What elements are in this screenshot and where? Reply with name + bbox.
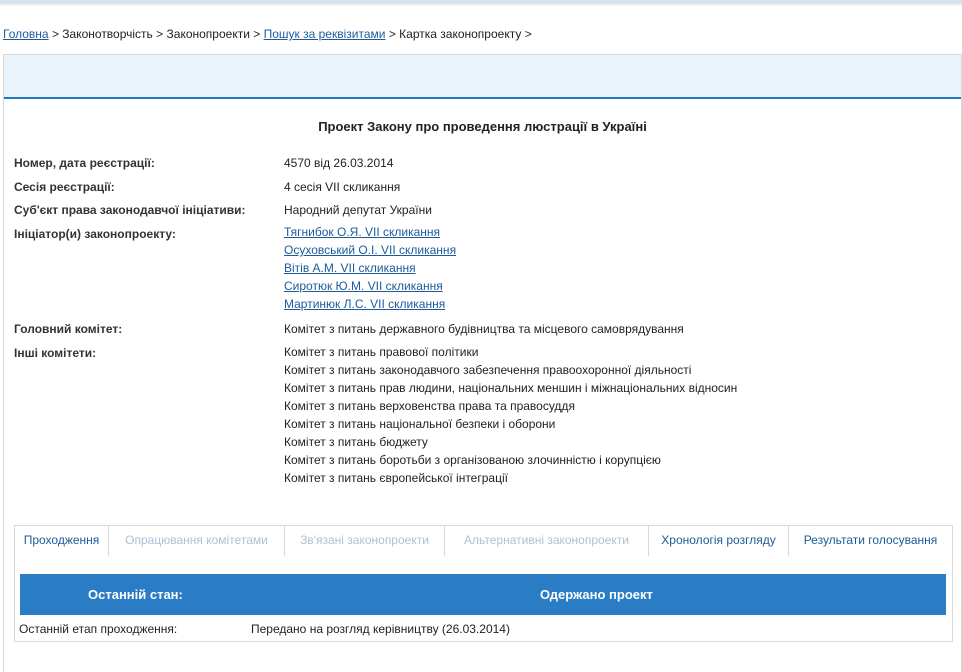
committee-item: Комітет з питань законодавчого забезпече…: [284, 363, 692, 377]
number-date-value: 4570 від 26.03.2014: [284, 156, 394, 170]
status-value: Одержано проект: [540, 587, 653, 602]
breadcrumb-separator: >: [51, 27, 59, 41]
initiators-list: Тягнибок О.Я. VII скликання Осуховський …: [284, 223, 456, 313]
breadcrumb-card: Картка законопроекту: [399, 27, 522, 41]
tab-linked-bills[interactable]: Зв'язані законопроекти: [285, 526, 445, 556]
number-date-label: Номер, дата реєстрації:: [14, 156, 155, 170]
bill-card: Проект Закону про проведення люстрації в…: [3, 54, 962, 672]
tab-passage[interactable]: Проходження: [15, 526, 109, 556]
session-value: 4 сесія VII скликання: [284, 180, 401, 194]
main-committee-label: Головний комітет:: [14, 322, 123, 336]
stage-label: Останній етап проходження:: [19, 622, 178, 636]
initiators-label: Ініціатор(и) законопроекту:: [14, 227, 176, 241]
subject-label: Суб'єкт права законодавчої ініціативи:: [14, 203, 246, 217]
committee-item: Комітет з питань бюджету: [284, 435, 428, 449]
tab-bar: Проходження Опрацювання комітетами Зв'яз…: [14, 525, 953, 556]
tab-voting-results[interactable]: Результати голосування: [789, 526, 952, 556]
subject-value: Народний депутат України: [284, 203, 432, 217]
committee-item: Комітет з питань національної безпеки і …: [284, 417, 556, 431]
committee-item: Комітет з питань боротьби з організовано…: [284, 453, 661, 467]
initiator-link[interactable]: Осуховський О.І. VII скликання: [284, 241, 456, 259]
breadcrumb: Головна > Законотворчість > Законопроект…: [3, 27, 532, 41]
breadcrumb-separator: >: [156, 27, 164, 41]
breadcrumb-search-link[interactable]: Пошук за реквізитами: [264, 27, 386, 41]
breadcrumb-home-link[interactable]: Головна: [3, 27, 49, 41]
breadcrumb-lawmaking: Законотворчість: [62, 27, 153, 41]
committee-item: Комітет з питань верховенства права та п…: [284, 399, 575, 413]
card-header-band: [4, 55, 961, 99]
other-committees-label: Інші комітети:: [14, 346, 97, 360]
initiator-link[interactable]: Сиротюк Ю.М. VII скликання: [284, 277, 456, 295]
initiator-link[interactable]: Тягнибок О.Я. VII скликання: [284, 223, 456, 241]
breadcrumb-separator: >: [253, 27, 261, 41]
initiator-link[interactable]: Вітів А.М. VII скликання: [284, 259, 456, 277]
tab-committee-processing[interactable]: Опрацювання комітетами: [109, 526, 285, 556]
committee-item: Комітет з питань правової політики: [284, 345, 479, 359]
committee-item: Комітет з питань європейської інтеграції: [284, 471, 508, 485]
status-bar: Останній стан: Одержано проект: [20, 574, 946, 615]
session-label: Сесія реєстрації:: [14, 180, 115, 194]
top-border-shadow: [0, 4, 962, 6]
other-committees-list: Комітет з питань правової політики Коміт…: [284, 343, 737, 487]
passage-panel: Останній стан: Одержано проект Останній …: [14, 555, 953, 642]
page-title: Проект Закону про проведення люстрації в…: [318, 119, 647, 134]
tab-chronology[interactable]: Хронологія розгляду: [649, 526, 789, 556]
stage-value: Передано на розгляд керівництву (26.03.2…: [251, 622, 510, 636]
status-label: Останній стан:: [88, 587, 183, 602]
breadcrumb-separator: >: [524, 27, 532, 41]
tab-alternative-bills[interactable]: Альтернативні законопроекти: [445, 526, 649, 556]
breadcrumb-separator: >: [388, 27, 396, 41]
initiator-link[interactable]: Мартинюк Л.С. VII скликання: [284, 295, 456, 313]
main-committee-value: Комітет з питань державного будівництва …: [284, 322, 684, 336]
committee-item: Комітет з питань прав людини, національн…: [284, 381, 738, 395]
breadcrumb-bills: Законопроекти: [166, 27, 250, 41]
